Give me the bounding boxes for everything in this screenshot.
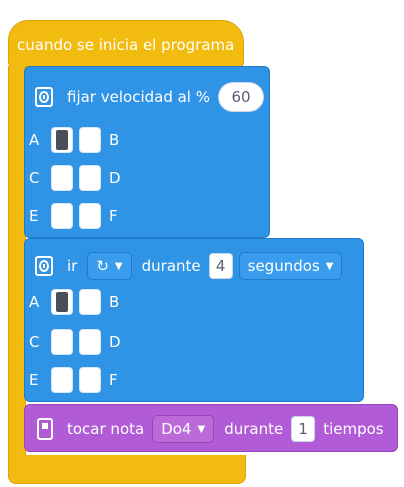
port-d-slot[interactable]: [79, 329, 101, 355]
port-e-slot[interactable]: [51, 367, 73, 393]
port-b-label: B: [109, 131, 120, 149]
port-d-label: D: [109, 333, 121, 351]
port-e-slot[interactable]: [51, 203, 73, 229]
motor-icon: [35, 256, 53, 276]
port-b-label: B: [109, 293, 120, 311]
port-b-slot[interactable]: [79, 289, 101, 315]
beats-unit-label: tiempos: [323, 420, 384, 438]
set-speed-block[interactable]: fijar velocidad al % 60 A B C D E F: [24, 66, 270, 238]
port-a-slot[interactable]: [51, 127, 73, 153]
port-b-slot[interactable]: [79, 127, 101, 153]
unit-dropdown-value: segundos: [247, 257, 320, 275]
chevron-down-icon: ▼: [114, 260, 123, 272]
port-f-label: F: [109, 371, 118, 389]
note-dropdown[interactable]: Do4 ▼: [152, 415, 215, 443]
port-d-slot[interactable]: [79, 165, 101, 191]
port-a-selected: [56, 292, 68, 312]
port-a-slot[interactable]: [51, 289, 73, 315]
beats-input[interactable]: 1: [291, 416, 316, 442]
direction-dropdown[interactable]: ↻ ▼: [87, 252, 132, 280]
port-f-label: F: [109, 207, 118, 225]
port-a-label: A: [29, 293, 40, 311]
port-e-label: E: [29, 371, 39, 389]
durante-label: durante: [224, 420, 284, 438]
port-e-label: E: [29, 207, 39, 225]
unit-dropdown[interactable]: segundos ▼: [238, 252, 343, 280]
port-f-slot[interactable]: [79, 203, 101, 229]
play-note-block[interactable]: tocar nota Do4 ▼ durante 1 tiempos: [24, 404, 398, 452]
chevron-down-icon: ▼: [197, 423, 206, 435]
note-dropdown-value: Do4: [161, 420, 192, 438]
port-c-slot[interactable]: [51, 329, 73, 355]
motor-icon: [35, 87, 53, 107]
port-c-label: C: [29, 333, 40, 351]
hat-block-foot: [8, 455, 246, 484]
duration-input[interactable]: 4: [208, 253, 233, 279]
hat-label: cuando se inicia el programa: [17, 36, 235, 54]
set-speed-label: fijar velocidad al %: [67, 88, 210, 106]
go-label: ir: [67, 257, 78, 275]
port-c-slot[interactable]: [51, 165, 73, 191]
port-a-selected: [56, 130, 68, 150]
when-program-starts-block[interactable]: cuando se inicia el programa: [8, 20, 244, 68]
port-f-slot[interactable]: [79, 367, 101, 393]
port-c-label: C: [29, 169, 40, 187]
port-d-label: D: [109, 169, 121, 187]
speed-input[interactable]: 60: [218, 82, 264, 112]
play-note-label: tocar nota: [67, 420, 145, 438]
port-a-label: A: [29, 131, 40, 149]
chevron-down-icon: ▼: [325, 260, 334, 272]
run-motor-block[interactable]: ir ↻ ▼ durante 4 segundos ▼ A B C D E F: [24, 238, 364, 402]
durante-label: durante: [141, 257, 201, 275]
speaker-icon: [37, 418, 53, 440]
rotate-cw-icon: ↻: [96, 257, 109, 275]
